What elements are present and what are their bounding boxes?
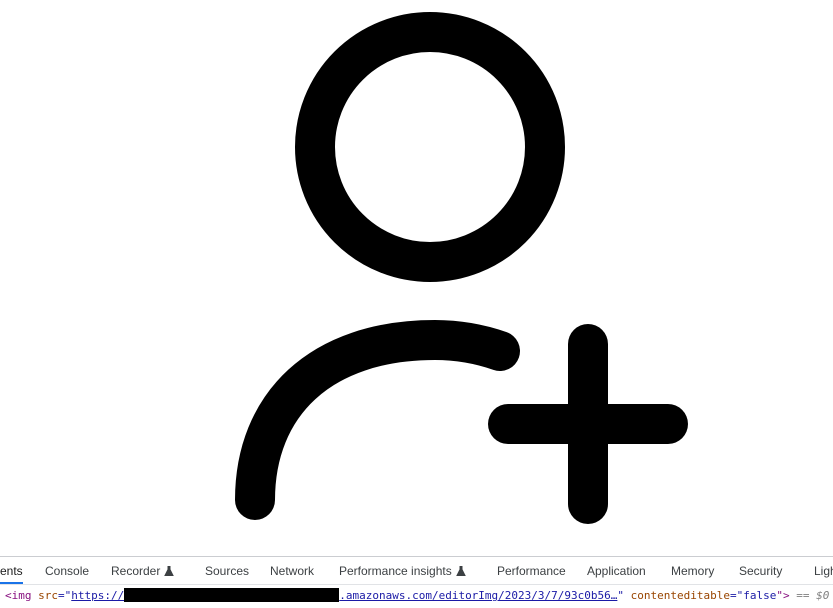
- tab-performance-insights[interactable]: Performance insights: [339, 557, 466, 584]
- tab-label: Performance insights: [339, 564, 452, 578]
- tab-label: Recorder: [111, 564, 161, 578]
- attr-close-quote: ": [617, 589, 625, 602]
- tab-label: ents: [0, 564, 23, 578]
- attr-src-name: src: [38, 589, 58, 602]
- tab-lighthouse[interactable]: Ligh: [814, 557, 833, 584]
- element-breadcrumb[interactable]: <img src="https://.amazonaws.com/editorI…: [0, 584, 833, 608]
- tab-label: Network: [270, 564, 315, 578]
- tab-recorder[interactable]: Recorder: [111, 557, 175, 584]
- tab-sources[interactable]: Sources: [205, 557, 249, 584]
- tab-memory[interactable]: Memory: [671, 557, 714, 584]
- beaker-icon: [455, 566, 466, 576]
- attr-eq: =": [58, 589, 72, 602]
- src-url-link-rest[interactable]: .amazonaws.com/editorImg/2023/3/7/93c0b5…: [339, 589, 617, 602]
- tab-label: Memory: [671, 564, 715, 578]
- beaker-icon: [164, 566, 175, 576]
- attr-contenteditable-value: false: [743, 589, 777, 602]
- attr-contenteditable-name: contenteditable: [630, 589, 730, 602]
- tab-application[interactable]: Application: [587, 557, 646, 584]
- tag-open: <img: [5, 589, 32, 602]
- redacted-block: [124, 588, 340, 602]
- tab-label: Security: [739, 564, 783, 578]
- selected-marker: == $0: [796, 589, 830, 602]
- tab-performance[interactable]: Performance: [497, 557, 566, 584]
- tab-security[interactable]: Security: [739, 557, 782, 584]
- tab-console[interactable]: Console: [45, 557, 89, 584]
- tab-label: Sources: [205, 564, 250, 578]
- user-head-shape: [295, 12, 565, 282]
- tab-label: Application: [587, 564, 646, 578]
- tab-label: Ligh: [814, 564, 833, 578]
- attr-eq: =": [729, 589, 744, 602]
- image-canvas: [0, 0, 833, 556]
- tab-label: Performance: [497, 564, 566, 578]
- user-plus-icon: [235, 12, 688, 524]
- user-shoulder-shape: [235, 319, 520, 520]
- tab-elements[interactable]: ents: [0, 557, 23, 584]
- devtools-tab-bar: ents Console Recorder Sources Network Pe…: [0, 556, 833, 584]
- tab-network[interactable]: Network: [270, 557, 314, 584]
- src-url-link-start[interactable]: https://: [71, 589, 124, 602]
- tab-label: Console: [45, 564, 90, 578]
- tag-close: ">: [776, 589, 790, 602]
